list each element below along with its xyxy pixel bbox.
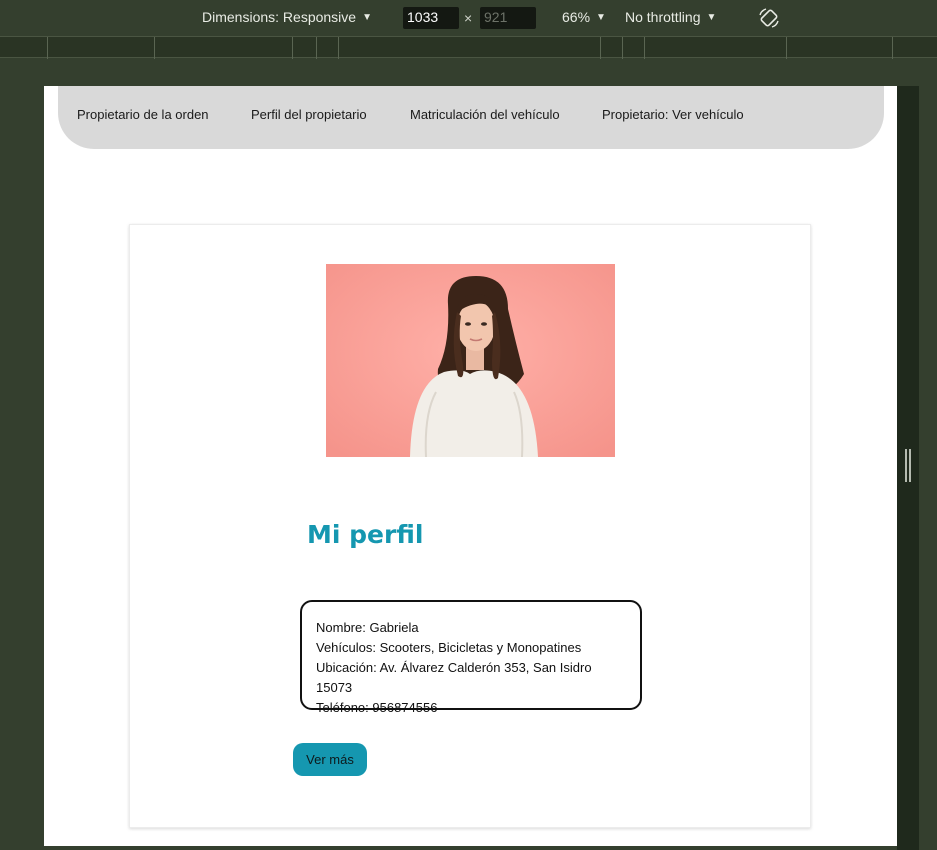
page-viewport: Propietario de la orden Perfil del propi… [44, 86, 897, 846]
times-separator: × [464, 10, 473, 26]
nav-item-vehicle-registration[interactable]: Matriculación del vehículo [410, 107, 560, 122]
dimensions-dropdown[interactable]: Dimensions: Responsive ▼ [202, 9, 372, 25]
devtools-toolbar: Dimensions: Responsive ▼ 1033 × 921 66% … [0, 0, 937, 36]
zoom-dropdown[interactable]: 66% ▼ [562, 9, 606, 25]
profile-card: Mi perfil Nombre: Gabriela Vehículos: Sc… [129, 224, 811, 828]
profile-location: Ubicación: Av. Álvarez Calderón 353, San… [316, 660, 592, 695]
zoom-label: 66% [562, 9, 591, 25]
resize-handle[interactable] [905, 449, 912, 482]
profile-info-box: Nombre: Gabriela Vehículos: Scooters, Bi… [300, 600, 642, 715]
throttling-dropdown[interactable]: No throttling ▼ [625, 9, 716, 25]
media-query-ruler [0, 36, 937, 59]
caret-down-icon: ▼ [362, 11, 372, 23]
nav-item-owner-view-vehicle[interactable]: Propietario: Ver vehículo [602, 107, 744, 122]
rotate-icon[interactable] [757, 6, 781, 30]
profile-name: Nombre: Gabriela [316, 620, 419, 635]
caret-down-icon: ▼ [706, 11, 717, 23]
height-input[interactable]: 921 [480, 7, 536, 29]
caret-down-icon: ▼ [596, 11, 606, 23]
profile-phone: Teléfono: 956874556 [316, 700, 438, 715]
width-input[interactable]: 1033 [403, 7, 459, 29]
page-title: Mi perfil [307, 520, 424, 549]
see-more-button[interactable]: Ver más [293, 743, 367, 776]
throttling-label: No throttling [625, 9, 701, 25]
profile-vehicles: Vehículos: Scooters, Bicicletas y Monopa… [316, 640, 582, 655]
top-navbar: Propietario de la orden Perfil del propi… [58, 86, 884, 149]
nav-item-owner-profile[interactable]: Perfil del propietario [251, 107, 367, 122]
profile-photo [326, 264, 615, 457]
dimensions-label: Dimensions: Responsive [202, 9, 357, 25]
nav-item-owner-order[interactable]: Propietario de la orden [77, 107, 209, 122]
